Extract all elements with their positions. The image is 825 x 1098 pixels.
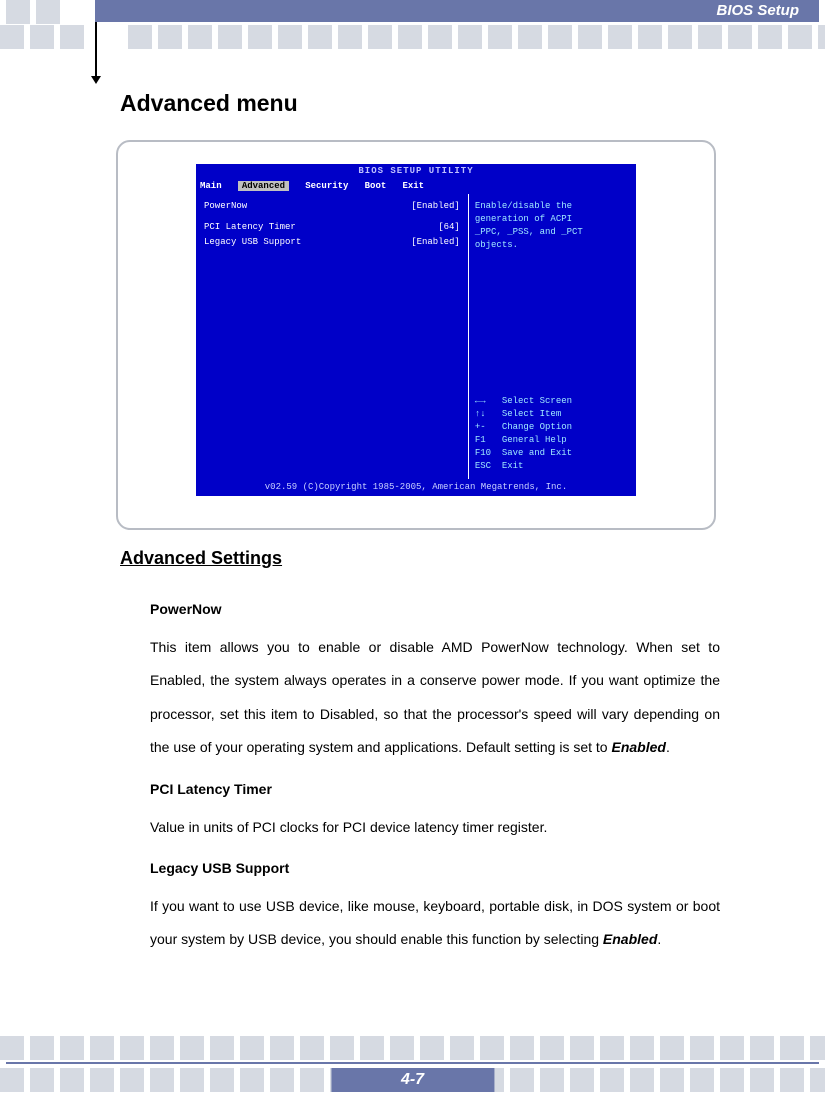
header-squares-row [0,25,825,55]
help-text: _PPC, _PSS, and _PCT [475,226,630,239]
footer-rule [6,1062,819,1064]
help-text: objects. [475,239,630,252]
section-title: Advanced Settings [120,548,282,569]
para-pci: Value in units of PCI clocks for PCI dev… [150,811,720,845]
bios-label: PowerNow [204,200,247,213]
key-desc: Change Option [502,422,572,432]
key-nav: F10 [475,448,491,458]
text-emph: Enabled [611,739,665,755]
bios-footer: v02.59 (C)Copyright 1985-2005, American … [196,479,636,496]
page-title: Advanced menu [120,90,298,117]
bios-title: BIOS SETUP UTILITY [196,164,636,179]
bios-menu-bar: Main Advanced Security Boot Exit [196,179,636,194]
text: . [666,739,670,755]
bios-value: [Enabled] [411,200,460,213]
bios-label: PCI Latency Timer [204,221,296,234]
para-usb: If you want to use USB device, like mous… [150,890,720,957]
bios-menu-advanced: Advanced [238,181,289,191]
bios-menu-security: Security [305,181,348,191]
key-desc: Select Item [502,409,561,419]
help-keys: ←→ Select Screen ↑↓ Select Item +- Chang… [475,395,630,473]
bios-menu-boot: Boot [365,181,387,191]
key-nav: +- [475,422,486,432]
bios-value: [Enabled] [411,236,460,249]
bios-row-usb: Legacy USB Support [Enabled] [204,236,460,249]
page-number: 4-7 [331,1068,494,1092]
help-text: Enable/disable the [475,200,630,213]
bios-screen: BIOS SETUP UTILITY Main Advanced Securit… [196,164,636,496]
key-nav: ESC [475,461,491,471]
bios-row-pci: PCI Latency Timer [64] [204,221,460,234]
key-nav: ↑↓ [475,409,486,419]
bios-label: Legacy USB Support [204,236,301,249]
help-text: generation of ACPI [475,213,630,226]
key-desc: Select Screen [502,396,572,406]
body-content: PowerNow This item allows you to enable … [150,585,720,963]
bios-row-powernow: PowerNow [Enabled] [204,200,460,213]
header-bar: BIOS Setup [95,0,819,22]
text: . [657,931,661,947]
key-desc: Exit [502,461,524,471]
key-nav: F1 [475,435,486,445]
key-desc: General Help [502,435,567,445]
text: This item allows you to enable or disabl… [150,639,720,756]
heading-powernow: PowerNow [150,593,720,627]
key-nav: ←→ [475,396,486,406]
bios-body: PowerNow [Enabled] PCI Latency Timer [64… [196,194,636,479]
bios-value: [64] [438,221,460,234]
bios-menu-main: Main [200,181,222,191]
bios-screenshot-frame: BIOS SETUP UTILITY Main Advanced Securit… [116,140,716,530]
key-desc: Save and Exit [502,448,572,458]
bios-settings-panel: PowerNow [Enabled] PCI Latency Timer [64… [196,194,469,479]
header-arrow-down [95,22,97,78]
heading-pci: PCI Latency Timer [150,773,720,807]
para-powernow: This item allows you to enable or disabl… [150,631,720,765]
text-emph: Enabled [603,931,657,947]
footer-squares-row-1 [0,1036,825,1062]
bios-help-panel: Enable/disable the generation of ACPI _P… [469,194,636,479]
header-title: BIOS Setup [716,2,799,19]
bios-menu-exit: Exit [402,181,424,191]
heading-usb: Legacy USB Support [150,852,720,886]
